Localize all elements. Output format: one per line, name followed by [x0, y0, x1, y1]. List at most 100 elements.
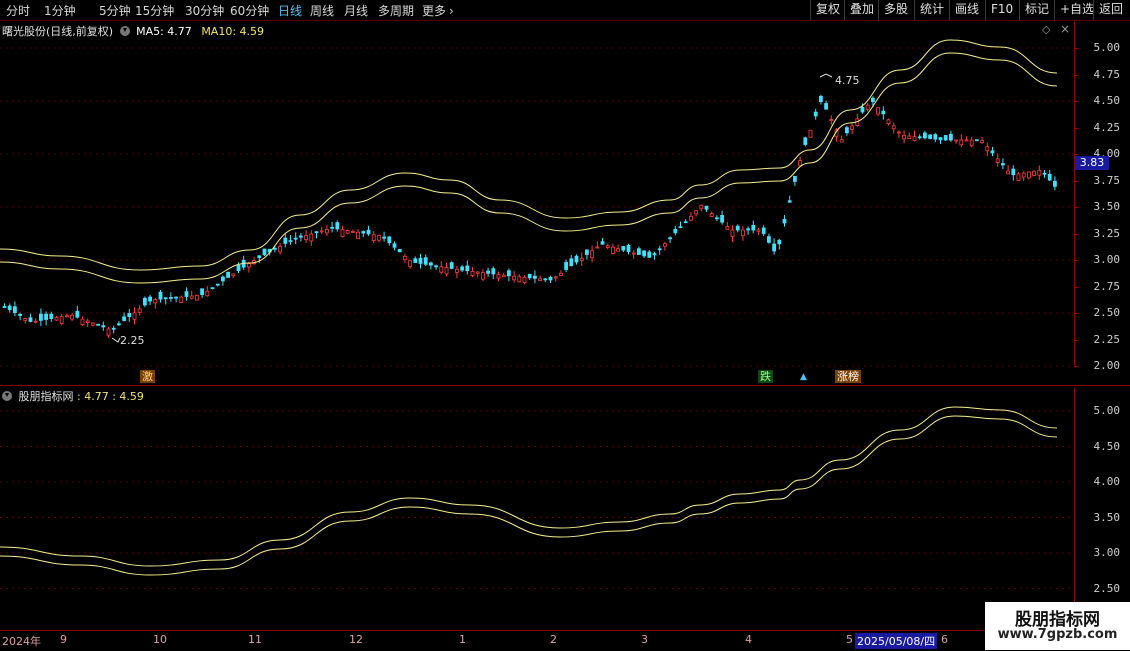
candle-body — [39, 313, 43, 321]
candle-body — [449, 262, 454, 269]
candle-body — [491, 268, 496, 275]
period-tab-60min[interactable]: 60分钟 — [230, 2, 269, 19]
candle-body — [80, 318, 85, 325]
candle-body — [881, 110, 886, 115]
candle-body — [382, 236, 387, 239]
candle-body — [699, 204, 704, 210]
price-tick: 4.25 — [1093, 120, 1121, 134]
period-tab-15min[interactable]: 15分钟 — [135, 2, 174, 19]
price-tick: 2.25 — [1093, 332, 1121, 346]
candle-body — [153, 299, 158, 304]
period-tab-monthly[interactable]: 月线 — [344, 2, 368, 19]
candle-body — [626, 244, 631, 252]
period-tab-multi[interactable]: 多周期 — [378, 2, 414, 19]
candle-body — [1016, 173, 1021, 182]
period-tab-timeshare[interactable]: 分时 — [6, 2, 30, 19]
candle-body — [319, 230, 324, 233]
candle-body — [704, 205, 709, 210]
candle-body — [454, 268, 459, 273]
date-label: 10 — [153, 633, 167, 646]
indicator-price-axis: 5.00 4.50 4.00 3.50 3.00 2.50 — [1074, 388, 1130, 630]
price-tick: 3.00 — [1093, 253, 1121, 266]
candle-body — [772, 243, 776, 252]
period-tab-weekly[interactable]: 周线 — [310, 2, 334, 19]
date-axis: 2024年 9 10 11 12 1 2 3 4 5 2025/05/08/四 … — [0, 630, 1075, 651]
candle-body — [902, 134, 906, 140]
candle-body — [574, 255, 579, 263]
max-price-label: 4.75 — [835, 74, 860, 87]
indicator-tick: 2.50 — [1093, 581, 1121, 595]
candle-body — [413, 258, 418, 264]
candle-body — [486, 270, 491, 274]
period-tab-1min[interactable]: 1分钟 — [44, 2, 76, 19]
candle-body — [408, 260, 413, 267]
candle-body — [663, 243, 667, 247]
adjust-button[interactable]: 复权 — [810, 0, 845, 20]
candle-body — [1042, 172, 1047, 175]
candle-body — [824, 103, 828, 110]
candle-body — [943, 135, 948, 141]
candle-body — [850, 125, 854, 130]
candle-body — [886, 119, 891, 124]
candle-body — [44, 313, 48, 320]
candle-body — [741, 229, 745, 237]
period-tab-daily[interactable]: 日线 — [278, 2, 302, 19]
candle-body — [746, 228, 750, 231]
draw-line-button[interactable]: 画线 — [949, 0, 984, 20]
chevron-right-icon: › — [449, 4, 454, 18]
multi-stock-button[interactable]: 多股 — [878, 0, 913, 20]
tick-mark — [1075, 127, 1079, 129]
candle-body — [220, 276, 225, 282]
panel-divider[interactable] — [0, 385, 1130, 386]
back-button[interactable]: 返回 — [1093, 0, 1128, 20]
candle-body — [49, 313, 54, 319]
candle-body — [533, 275, 537, 279]
candle-body — [335, 222, 340, 230]
candle-body — [366, 229, 371, 235]
candle-body — [720, 215, 724, 223]
candle-body — [293, 237, 298, 240]
tick-mark — [1075, 233, 1079, 235]
candle-body — [678, 226, 683, 229]
tick-mark — [1075, 260, 1079, 261]
candle-body — [85, 320, 90, 323]
mark-button[interactable]: 标记 — [1019, 0, 1054, 20]
overlay-button[interactable]: 叠加 — [844, 0, 879, 20]
candle-body — [304, 235, 309, 241]
candle-body — [839, 139, 844, 143]
candle-body — [585, 249, 589, 255]
candle-body — [33, 320, 38, 323]
date-label: 12 — [349, 633, 363, 646]
date-label: 3 — [641, 633, 648, 646]
candle-body — [793, 175, 797, 182]
period-tab-5min[interactable]: 5分钟 — [99, 2, 131, 19]
candle-body — [506, 270, 511, 277]
indicator-chart[interactable] — [0, 388, 1075, 628]
candle-body — [969, 139, 974, 147]
f10-button[interactable]: F10 — [985, 0, 1018, 20]
indicator-tick: 4.50 — [1093, 439, 1121, 453]
candle-body — [730, 229, 735, 237]
candle-body — [829, 119, 834, 121]
date-label: 6 — [941, 633, 948, 646]
candle-body — [387, 236, 392, 244]
candlestick-chart[interactable]: 4.75 2.25 — [0, 22, 1075, 367]
candle-body — [657, 248, 662, 251]
period-tab-30min[interactable]: 30分钟 — [185, 2, 224, 19]
candle-body — [995, 158, 1000, 163]
indicator-upper-line — [0, 406, 1058, 567]
candle-body — [907, 135, 912, 139]
period-tab-more[interactable]: 更多 › — [422, 2, 454, 19]
candle-body — [54, 317, 59, 321]
candle-body — [428, 262, 433, 266]
stats-button[interactable]: 统计 — [914, 0, 949, 20]
candle-body — [694, 210, 698, 215]
candle-body — [189, 295, 194, 299]
candle-body — [444, 267, 449, 275]
main-price-axis: 5.00 4.75 4.50 4.25 4.00 3.75 3.50 3.25 3.00 2.75… — [1074, 22, 1130, 372]
candle-body — [605, 245, 610, 248]
candle-body — [59, 316, 64, 324]
candle-body — [210, 287, 215, 290]
candle-body — [949, 133, 953, 141]
date-label: 9 — [60, 633, 67, 646]
